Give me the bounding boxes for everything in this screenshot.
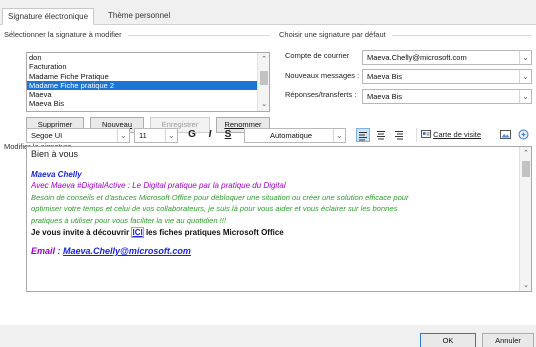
editor-scrollbar[interactable]: ⌃ ⌄ bbox=[519, 147, 531, 291]
align-center-button[interactable] bbox=[374, 128, 388, 142]
font-color-dropdown[interactable]: Automatique ⌄ bbox=[244, 128, 346, 143]
tab-bar: Signature électronique Thème personnel bbox=[0, 8, 536, 25]
section-divider bbox=[392, 35, 532, 36]
insert-hyperlink-button[interactable] bbox=[516, 128, 530, 142]
font-dropdown[interactable]: Segoe UI ⌄ bbox=[26, 128, 130, 143]
scroll-thumb[interactable] bbox=[260, 71, 268, 85]
cancel-button[interactable]: Annuler bbox=[482, 333, 534, 347]
signature-desc-1: Besoin de conseils et d'astuces Microsof… bbox=[31, 192, 409, 202]
tab-personal-stationery[interactable]: Thème personnel bbox=[103, 8, 175, 25]
account-label: Compte de courrier bbox=[285, 51, 350, 60]
chevron-down-icon: ⌄ bbox=[117, 129, 129, 142]
signature-list-item[interactable]: Madame Fiche Pratique bbox=[27, 72, 257, 81]
ok-button[interactable]: OK bbox=[420, 333, 476, 347]
invite-text: Je vous invite à découvrir bbox=[31, 227, 132, 237]
chevron-down-icon: ⌄ bbox=[333, 129, 345, 142]
replies-dropdown[interactable]: Maeva Bis ⌄ bbox=[362, 89, 532, 104]
business-card-icon bbox=[421, 130, 431, 138]
align-right-button[interactable] bbox=[392, 128, 406, 142]
scroll-up-icon[interactable]: ⌃ bbox=[520, 149, 531, 159]
font-size-value: 11 bbox=[139, 131, 147, 140]
section-divider bbox=[128, 35, 270, 36]
invite-text-after: les fiches pratiques Microsoft Office bbox=[143, 227, 284, 237]
scroll-up-icon[interactable]: ⌃ bbox=[258, 55, 269, 65]
chevron-down-icon: ⌄ bbox=[165, 129, 177, 142]
signature-list[interactable]: don Facturation Madame Fiche Pratique Madam… bbox=[26, 52, 270, 112]
font-value: Segoe UI bbox=[31, 131, 63, 140]
signature-name: Maeva Chelly bbox=[31, 169, 82, 179]
account-dropdown[interactable]: Maeva.Chelly@microsoft.com ⌄ bbox=[362, 50, 532, 65]
replies-value: Maeva Bis bbox=[367, 92, 403, 101]
align-left-button[interactable] bbox=[356, 128, 370, 142]
scroll-thumb[interactable] bbox=[522, 161, 530, 177]
replies-label: Réponses/transferts : bbox=[285, 90, 357, 99]
tab-email-signature[interactable]: Signature électronique bbox=[2, 8, 95, 25]
signature-editor[interactable]: Bien à vous Maeva Chelly Avec Maeva #Dig… bbox=[26, 146, 532, 292]
scroll-down-icon[interactable]: ⌄ bbox=[258, 100, 269, 110]
signature-list-scrollbar[interactable]: ⌃ ⌄ bbox=[257, 53, 269, 111]
new-messages-label: Nouveaux messages : bbox=[285, 71, 360, 80]
insert-picture-button[interactable] bbox=[498, 128, 512, 142]
signature-tagline: Avec Maeva #DigitalActive : Le Digital p… bbox=[31, 181, 286, 191]
email-label: Email : bbox=[31, 246, 64, 257]
invite-link[interactable]: ICI bbox=[131, 226, 144, 238]
italic-button[interactable]: I bbox=[204, 128, 216, 142]
business-card-button[interactable]: Carte de visite bbox=[416, 128, 486, 142]
align-right-icon bbox=[395, 131, 403, 140]
select-signature-label: Sélectionner la signature à modifier bbox=[4, 30, 122, 39]
closing-line: Bien à vous bbox=[31, 149, 79, 159]
hyperlink-icon bbox=[518, 129, 528, 140]
email-link[interactable]: Maeva.Chelly@microsoft.com bbox=[63, 246, 191, 256]
signature-list-item[interactable]: Maeva bbox=[27, 90, 257, 99]
chevron-down-icon: ⌄ bbox=[519, 51, 531, 64]
invite-line: Je vous invite à découvrir ICI les fiche… bbox=[31, 226, 515, 239]
email-line: Email : Maeva.Chelly@microsoft.com bbox=[31, 246, 515, 258]
picture-icon bbox=[499, 130, 511, 139]
signature-desc-3: pratiques à utiliser pour vous faciliter… bbox=[31, 215, 227, 225]
scroll-down-icon[interactable]: ⌄ bbox=[520, 281, 531, 291]
signature-list-item[interactable]: Maeva Bis bbox=[27, 99, 257, 108]
default-signature-label: Choisir une signature par défaut bbox=[279, 30, 386, 39]
underline-button[interactable]: S bbox=[222, 128, 234, 142]
business-card-label: Carte de visite bbox=[433, 130, 482, 139]
new-messages-dropdown[interactable]: Maeva Bis ⌄ bbox=[362, 69, 532, 84]
signature-desc-2: optimiser votre temps et celui de vos co… bbox=[31, 204, 398, 214]
chevron-down-icon: ⌄ bbox=[519, 90, 531, 103]
signature-list-item[interactable]: Facturation bbox=[27, 62, 257, 71]
signature-list-item[interactable]: Madame Fiche pratique 2 bbox=[27, 80, 257, 91]
align-left-icon bbox=[359, 132, 367, 141]
font-size-dropdown[interactable]: 11 ⌄ bbox=[134, 128, 178, 143]
signature-content[interactable]: Bien à vous Maeva Chelly Avec Maeva #Dig… bbox=[31, 149, 515, 258]
account-value: Maeva.Chelly@microsoft.com bbox=[367, 53, 467, 62]
new-messages-value: Maeva Bis bbox=[367, 72, 403, 81]
font-color-value: Automatique bbox=[269, 131, 313, 140]
chevron-down-icon: ⌄ bbox=[519, 70, 531, 83]
bold-button[interactable]: G bbox=[186, 128, 198, 142]
align-center-icon bbox=[377, 131, 385, 140]
signature-list-item[interactable]: don bbox=[27, 53, 257, 62]
